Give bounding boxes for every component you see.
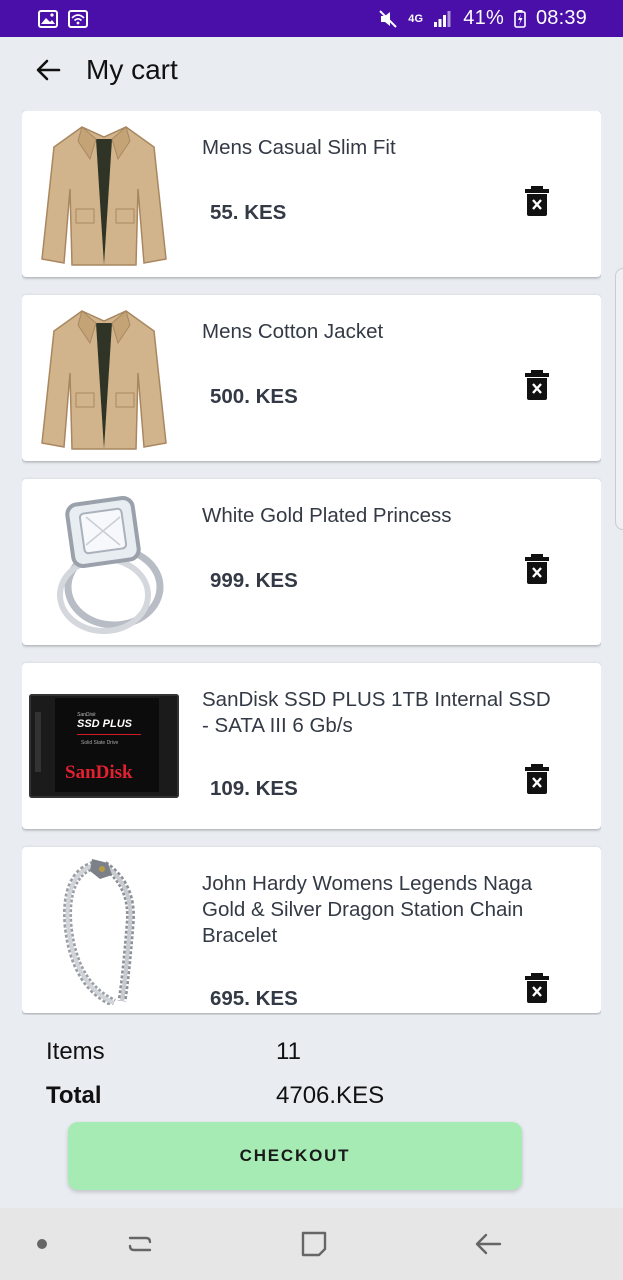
mute-icon — [378, 9, 398, 28]
signal-icon — [433, 10, 453, 28]
items-label: Items — [46, 1038, 105, 1065]
battery-percent: 41% — [463, 7, 504, 29]
total-label: Total — [46, 1082, 102, 1109]
item-title: John Hardy Womens Legends Naga Gold & Si… — [202, 872, 533, 947]
checkout-button[interactable]: CHECKOUT — [68, 1122, 522, 1190]
cart-item[interactable]: SanDisk SSD PLUS Solid State Drive SanDi… — [22, 663, 601, 829]
ssd-model-label: SSD PLUS — [77, 718, 133, 730]
delete-button[interactable] — [524, 370, 550, 400]
items-count: 11 — [276, 1038, 301, 1065]
product-image-ring — [28, 485, 180, 639]
delete-button[interactable] — [524, 764, 550, 794]
ssd-sub-label: Solid State Drive — [81, 740, 119, 746]
product-image-jacket — [28, 117, 180, 271]
system-nav-bar — [0, 1208, 623, 1280]
back-nav-icon[interactable] — [472, 1228, 504, 1260]
item-title: Mens Cotton Jacket — [202, 320, 384, 343]
trash-icon — [525, 973, 549, 1003]
cart-item[interactable]: White Gold Plated Princess 999. KES — [22, 479, 601, 645]
home-icon[interactable] — [298, 1228, 330, 1260]
delete-button[interactable] — [524, 973, 550, 1003]
cart-item[interactable]: John Hardy Womens Legends Naga Gold & Si… — [22, 847, 601, 1013]
status-bar: 4G 41% 08:39 — [0, 0, 623, 37]
product-image-ssd: SanDisk SSD PLUS Solid State Drive SanDi… — [28, 669, 180, 823]
trash-icon — [525, 764, 549, 794]
recent-apps-icon[interactable] — [124, 1228, 156, 1260]
item-price: 109. KES — [210, 777, 298, 800]
total-value: 4706.KES — [276, 1082, 385, 1109]
cart-item[interactable]: Mens Cotton Jacket 500. KES — [22, 295, 601, 461]
trash-icon — [525, 370, 549, 400]
page-title: My cart — [86, 54, 178, 85]
item-title: White Gold Plated Princess — [202, 504, 452, 527]
scroll-indicator — [615, 268, 623, 530]
item-title: SanDisk SSD PLUS 1TB Internal SSD - SATA… — [202, 688, 551, 737]
item-price: 999. KES — [210, 569, 298, 592]
item-price: 695. KES — [210, 987, 298, 1010]
image-icon — [38, 9, 58, 28]
arrow-left-icon — [36, 59, 61, 81]
item-title: Mens Casual Slim Fit — [202, 136, 396, 159]
trash-icon — [525, 554, 549, 584]
battery-icon — [514, 9, 526, 28]
cart-list: Mens Casual Slim Fit 55. KES Mens Cotton… — [22, 111, 601, 1015]
trash-icon — [525, 186, 549, 216]
cart-item[interactable]: Mens Casual Slim Fit 55. KES — [22, 111, 601, 277]
delete-button[interactable] — [524, 186, 550, 216]
app-bar: My cart — [0, 37, 623, 103]
network-type: 4G — [408, 12, 424, 25]
clock: 08:39 — [535, 7, 587, 29]
ssd-brand-logo: SanDisk — [65, 762, 133, 783]
wifi-icon — [68, 9, 88, 28]
item-price: 500. KES — [210, 385, 298, 408]
product-image-jacket — [28, 301, 180, 455]
back-button[interactable] — [30, 52, 66, 88]
delete-button[interactable] — [524, 554, 550, 584]
product-image-bracelet — [28, 853, 180, 1007]
nav-dot-indicator — [37, 1239, 47, 1249]
item-price: 55. KES — [210, 201, 287, 224]
